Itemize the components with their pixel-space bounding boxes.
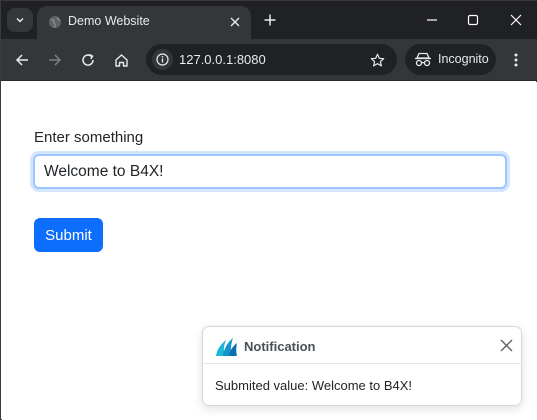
close-icon xyxy=(230,17,240,27)
b4x-logo-icon xyxy=(216,338,237,356)
toast-close-button[interactable] xyxy=(497,336,515,354)
toast-header: Notification xyxy=(203,327,521,364)
tab-title: Demo Website xyxy=(68,14,150,28)
toast-message: Submited value: Welcome to B4X! xyxy=(215,378,413,393)
bookmark-button[interactable] xyxy=(366,49,388,71)
text-input[interactable] xyxy=(33,154,507,189)
minimize-icon xyxy=(427,19,437,21)
incognito-profile-button[interactable]: Incognito xyxy=(405,44,496,75)
close-icon xyxy=(510,14,522,26)
reload-icon xyxy=(82,53,94,66)
reload-button[interactable] xyxy=(75,47,101,73)
incognito-icon xyxy=(415,52,431,67)
submit-button[interactable]: Submit xyxy=(34,218,103,252)
chevron-down-icon xyxy=(16,17,24,23)
window-close-button[interactable] xyxy=(501,7,531,33)
maximize-icon xyxy=(467,14,479,26)
close-icon xyxy=(500,339,512,351)
arrow-left-icon xyxy=(15,54,28,66)
star-icon xyxy=(370,53,384,66)
home-icon xyxy=(114,53,128,67)
maximize-button[interactable] xyxy=(458,7,488,33)
forward-button[interactable] xyxy=(42,47,68,73)
back-button[interactable] xyxy=(9,47,35,73)
plus-icon xyxy=(264,14,276,26)
home-button[interactable] xyxy=(108,47,134,73)
globe-icon xyxy=(49,16,61,28)
tab-strip: Demo Website xyxy=(1,1,537,39)
arrow-right-icon xyxy=(49,54,62,66)
info-icon xyxy=(156,53,169,66)
minimize-button[interactable] xyxy=(417,7,447,33)
input-label: Enter something xyxy=(34,129,144,146)
url-text: 127.0.0.1:8080 xyxy=(179,52,266,67)
tab-close-button[interactable] xyxy=(225,12,245,32)
address-bar[interactable]: 127.0.0.1:8080 xyxy=(146,44,397,75)
page-content: Enter something Submit Notification Subm… xyxy=(2,82,537,420)
browser-menu-button[interactable] xyxy=(504,47,528,73)
more-vertical-icon xyxy=(514,53,518,67)
site-info-button[interactable] xyxy=(152,49,173,70)
notification-toast: Notification Submited value: Welcome to … xyxy=(202,326,522,406)
incognito-label: Incognito xyxy=(438,52,489,66)
toast-title: Notification xyxy=(244,339,316,354)
new-tab-button[interactable] xyxy=(259,9,281,31)
browser-toolbar: 127.0.0.1:8080 Incognito xyxy=(1,39,537,81)
tab-search-button[interactable] xyxy=(7,8,33,32)
browser-window: Demo Website 127.0.0.1:8080 Incognito En… xyxy=(0,0,537,420)
tab-active[interactable]: Demo Website xyxy=(37,6,251,39)
